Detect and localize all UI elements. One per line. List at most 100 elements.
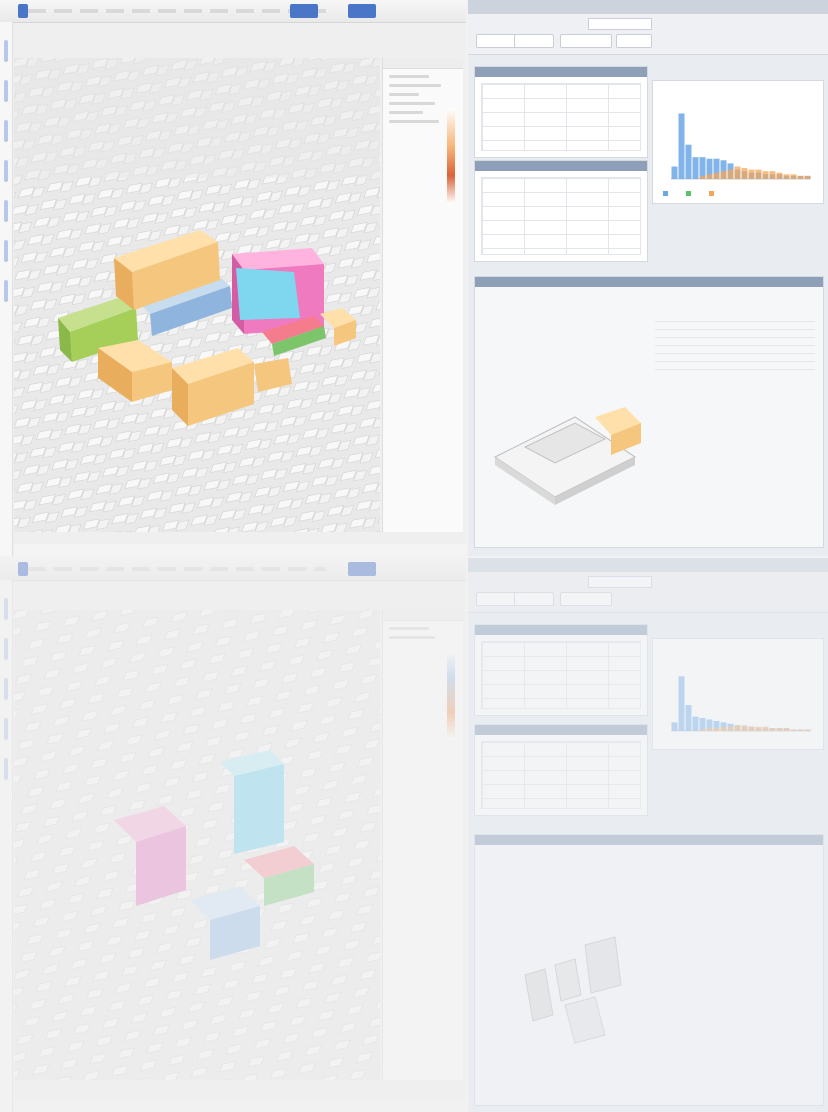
toolbar-button[interactable] <box>348 4 376 18</box>
ribbon-button[interactable] <box>560 592 612 606</box>
chart-legend <box>663 190 730 197</box>
bar-series2-17 <box>783 728 790 731</box>
ribbon-button[interactable] <box>514 34 554 48</box>
toolbar-button[interactable] <box>348 562 376 576</box>
viewer-window-bottom <box>0 558 466 1112</box>
bar-series1-2 <box>678 113 685 179</box>
bar-series2-10 <box>734 166 741 179</box>
bar-series2-20 <box>804 729 811 731</box>
bar-series2-6 <box>706 174 713 179</box>
scene-viewport[interactable] <box>14 610 380 1080</box>
ribbon <box>468 572 828 613</box>
bar-series2-14 <box>762 171 769 179</box>
section-header <box>475 67 647 77</box>
toolbar <box>0 0 466 23</box>
tab-active[interactable] <box>18 4 28 18</box>
bar-series2-14 <box>762 726 769 731</box>
table-section-1 <box>474 66 648 158</box>
bar-series2-15 <box>769 171 776 179</box>
model-section <box>474 834 824 1106</box>
bar-series2-8 <box>720 726 727 731</box>
color-legend <box>447 108 455 204</box>
panel-header <box>383 610 463 621</box>
model-preview[interactable] <box>495 925 675 1075</box>
scene-viewport[interactable] <box>14 58 380 532</box>
data-table[interactable] <box>481 177 641 255</box>
table-section-2 <box>474 160 648 262</box>
window-title <box>468 0 828 14</box>
bar-series1-1 <box>671 722 678 731</box>
left-sidebar <box>0 22 13 556</box>
ribbon-button[interactable] <box>616 34 652 48</box>
bar-series2-18 <box>790 174 797 179</box>
analysis-window-top <box>468 0 828 556</box>
ribbon-button[interactable] <box>560 34 612 48</box>
bar-series2-16 <box>776 728 783 731</box>
bar-series2-18 <box>790 729 797 731</box>
bar-series2-13 <box>755 726 762 731</box>
city-scene <box>14 58 380 532</box>
bar-series2-17 <box>783 174 790 179</box>
data-table[interactable] <box>481 83 641 151</box>
bar-series2-7 <box>713 172 720 179</box>
viewer-window-top <box>0 0 466 556</box>
data-table[interactable] <box>481 641 641 709</box>
toolbar <box>0 558 466 581</box>
bar-series2-11 <box>741 168 748 179</box>
left-sidebar <box>0 580 13 1112</box>
model-section <box>474 276 824 548</box>
analysis-window-bottom <box>468 558 828 1112</box>
bar-series2-9 <box>727 726 734 731</box>
histogram-chart <box>652 80 824 204</box>
bar-series2-19 <box>797 175 804 179</box>
section-header <box>475 725 647 735</box>
status-bar <box>14 1100 466 1112</box>
window-title <box>468 558 828 572</box>
toolbar-items <box>28 567 326 571</box>
ribbon-button[interactable] <box>514 592 554 606</box>
section-header <box>475 277 823 287</box>
ribbon-button[interactable] <box>476 34 516 48</box>
section-header <box>475 161 647 171</box>
bar-series1-5 <box>699 718 706 731</box>
toolbar-button[interactable] <box>290 4 318 18</box>
bar-series2-13 <box>755 169 762 179</box>
bar-series2-12 <box>748 726 755 731</box>
bar-series1-4 <box>692 716 699 731</box>
bar-series2-11 <box>741 725 748 731</box>
layers-panel <box>382 610 463 1080</box>
chart-plot <box>671 113 811 180</box>
city-scene <box>14 610 380 1080</box>
search-input[interactable] <box>588 576 652 588</box>
search-input[interactable] <box>588 18 652 30</box>
histogram-chart <box>652 638 824 750</box>
bar-series1-5 <box>699 157 706 179</box>
bar-series1-3 <box>685 144 692 179</box>
bar-series2-7 <box>713 728 720 731</box>
color-legend <box>447 650 455 740</box>
bar-series2-20 <box>804 175 811 179</box>
panel-header <box>383 58 463 69</box>
bar-series2-19 <box>797 729 804 731</box>
bar-series2-15 <box>769 728 776 731</box>
bar-series2-12 <box>748 169 755 179</box>
bar-series1-2 <box>678 676 685 731</box>
data-table[interactable] <box>481 741 641 809</box>
bar-series1-4 <box>692 157 699 179</box>
bar-series2-6 <box>706 728 713 731</box>
bar-series2-10 <box>734 725 741 731</box>
ribbon-button[interactable] <box>476 592 516 606</box>
tab-active[interactable] <box>18 562 28 576</box>
section-header <box>475 835 823 845</box>
bar-series2-5 <box>699 175 706 179</box>
model-preview[interactable] <box>485 387 665 537</box>
table-section-1 <box>474 624 648 716</box>
bar-series1-1 <box>671 166 678 179</box>
ribbon <box>468 14 828 55</box>
bar-series2-5 <box>699 729 706 731</box>
properties-grid <box>655 321 815 371</box>
status-bar <box>14 544 466 556</box>
bar-series2-16 <box>776 172 783 179</box>
bar-series2-9 <box>727 169 734 179</box>
table-section-2 <box>474 724 648 816</box>
